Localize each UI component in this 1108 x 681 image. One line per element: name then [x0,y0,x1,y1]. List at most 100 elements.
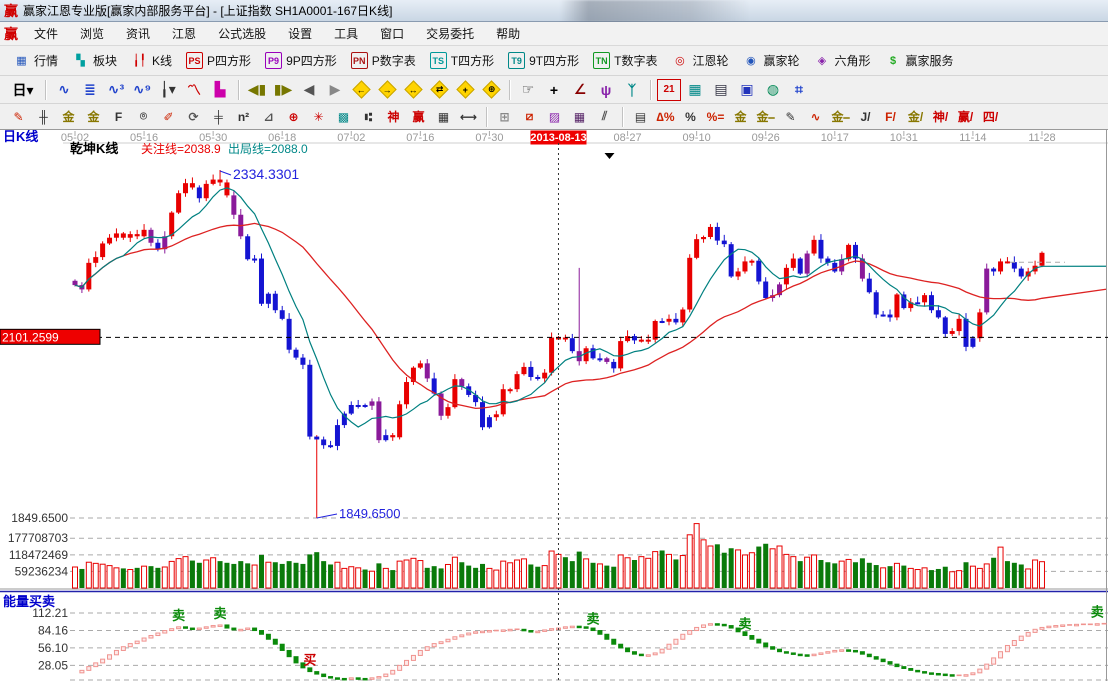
toolbar-button-t-number-table[interactable]: TNT数字表 [586,49,664,72]
tool-si-angle[interactable]: 四/ [979,107,1002,127]
menu-item-4[interactable]: 公式选股 [207,22,277,45]
toolbar-button-t-square[interactable]: TST四方形 [423,49,501,72]
tool-zoom-in-x[interactable]: ⇄ [427,79,451,101]
candle-body [273,294,278,311]
tool-fork-tool[interactable]: ψ [594,79,618,101]
tool-ying-ruler[interactable]: 赢 [407,107,430,127]
menu-item-8[interactable]: 交易委托 [415,22,485,45]
tool-notes-tool[interactable]: ▤ [709,79,733,101]
tool-marker-pen[interactable]: ✐ [157,107,180,127]
tool-gann-grid[interactable]: ▩ [332,107,355,127]
tool-purple-grid[interactable]: ▨ [543,107,566,127]
tool-fibonacci-ruler[interactable]: F [107,107,130,127]
tool-remote-tool[interactable]: ⌗ [787,79,811,101]
tool-gold-ratio-2[interactable]: 金 [82,107,105,127]
menu-item-7[interactable]: 窗口 [369,22,415,45]
pan-left-icon: ← [352,80,370,98]
tool-go-last[interactable]: ▮▶ [271,79,295,101]
toolbar-button-quotes[interactable]: ▦行情 [6,49,65,72]
menu-item-2[interactable]: 资讯 [115,22,161,45]
tool-angle-tool[interactable]: ∠ [568,79,592,101]
tool-calculator-tool[interactable]: ▦ [683,79,707,101]
chart-area[interactable]: 05-0205-1605-3006-1807-0207-1607-302013-… [0,130,1108,681]
menu-item-0[interactable]: 文件 [23,22,69,45]
tool-wave-3[interactable]: ∿³ [104,79,128,101]
tool-plain-ruler[interactable]: ╪ [207,107,230,127]
tool-pencil-tool[interactable]: ✎ [7,107,30,127]
tool-zoom-out-x[interactable]: ↔ [401,79,425,101]
tool-numbered-grid[interactable]: ▦ [432,107,455,127]
toolbar-button-9p-square[interactable]: P99P四方形 [258,49,344,72]
tool-zoom-full[interactable]: ⊕ [479,79,503,101]
tool-pan-left[interactable]: ← [349,79,373,101]
toolbar-button-p-number-table[interactable]: PNP数字表 [344,49,423,72]
tool-net-tool[interactable]: ᛉ [620,79,644,101]
toolbar-button-9t-square[interactable]: T99T四方形 [501,49,586,72]
tool-width-measure[interactable]: ⟷ [457,107,480,127]
tool-pan-right[interactable]: → [375,79,399,101]
tool-qiankun-kline[interactable]: 〽 [182,79,206,101]
toolbar-button-kline[interactable]: ╽╿K线 [124,49,179,72]
toolbar-button-gann-wheel[interactable]: ◎江恩轮 [664,49,735,72]
tool-percent-lines[interactable]: %= [704,107,727,127]
app-logo-icon: 赢 [4,4,18,18]
tool-spiral-tool[interactable]: ⌾ [132,107,155,127]
tool-candle-style-select[interactable]: ╽▾ [156,79,180,101]
tool-grid-window[interactable]: ⊞ [493,107,516,127]
menu-item-6[interactable]: 工具 [323,22,369,45]
tool-info-panel[interactable]: ≣ [78,79,102,101]
candle-body [549,338,554,373]
kline-chart-svg[interactable]: 05-0205-1605-3006-1807-0207-1607-302013-… [0,130,1108,681]
tool-hatch-lines[interactable]: ⫽ [593,107,616,127]
tool-go-prev[interactable]: ◀ [297,79,321,101]
tool-percent[interactable]: % [679,107,702,127]
tool-angle-ruler[interactable]: ⊿ [257,107,280,127]
tool-gold-ratio-1[interactable]: 金 [57,107,80,127]
tool-crosshair-tool[interactable]: + [542,79,566,101]
tool-go-next[interactable]: ▶ [323,79,347,101]
tool-gann-circle[interactable]: ⊕ [282,107,305,127]
tool-shen-angle[interactable]: 神/ [929,107,952,127]
menu-item-9[interactable]: 帮助 [485,22,531,45]
tool-gold-channel[interactable]: 金⎯ [829,107,852,127]
tool-period-day-select[interactable]: 日▾ [7,79,39,101]
tool-gold-angle[interactable]: 金/ [904,107,927,127]
title-bar[interactable]: 赢 赢家江恩专业版[赢家内部服务平台] - [上证指数 SH1A0001-167… [0,0,1108,22]
tool-price-table[interactable]: ▤ [629,107,652,127]
menu-item-1[interactable]: 浏览 [69,22,115,45]
tool-f-angle[interactable]: F/ [879,107,902,127]
tool-calendar-tool[interactable]: 21 [657,79,681,101]
toolbar-button-winner-service[interactable]: $赢家服务 [878,49,961,72]
menu-item-5[interactable]: 设置 [277,22,323,45]
toolbar-button-sectors[interactable]: ▚板块 [65,49,124,72]
tool-dynamic-trend[interactable]: ∿ [52,79,76,101]
tool-wave-channel[interactable]: ∿ [804,107,827,127]
tool-bar-pair[interactable]: ⑆ [357,107,380,127]
tool-wave-9[interactable]: ∿⁹ [130,79,154,101]
toolbar-button-winner-wheel[interactable]: ◉赢家轮 [735,49,806,72]
tool-save-tool[interactable]: ▣ [735,79,759,101]
tool-n-squared[interactable]: n² [232,107,255,127]
tool-gold-circle[interactable]: 金 [729,107,752,127]
toolbar-button-hexagon[interactable]: ◈六角形 [807,49,878,72]
t-number-table-icon: TN [593,52,610,69]
tool-gold-line[interactable]: 金⎯ [754,107,777,127]
tool-ying-angle[interactable]: 赢/ [954,107,977,127]
tool-go-first[interactable]: ◀▮ [245,79,269,101]
toolbar-button-p-square[interactable]: PSP四方形 [179,49,258,72]
tool-dark-grid[interactable]: ▦ [568,107,591,127]
tool-ruler-ticks[interactable]: ╫ [32,107,55,127]
tool-shen-ruler[interactable]: 神 [382,107,405,127]
tool-cycle-circle[interactable]: ⟳ [182,107,205,127]
tool-percent-slope[interactable]: ∆% [654,107,677,127]
tool-volume-profile[interactable]: ▙ [208,79,232,101]
tool-hand-tool[interactable]: ☞ [516,79,540,101]
tool-gann-star[interactable]: ✳ [307,107,330,127]
tool-web-data-tool[interactable]: ◍ [761,79,785,101]
oscillator-candle [349,678,353,680]
tool-brush-candle[interactable]: ✎ [779,107,802,127]
tool-red-fan[interactable]: ⧄ [518,107,541,127]
tool-zoom-in[interactable]: + [453,79,477,101]
menu-item-3[interactable]: 江恩 [161,22,207,45]
tool-j-angle[interactable]: J/ [854,107,877,127]
